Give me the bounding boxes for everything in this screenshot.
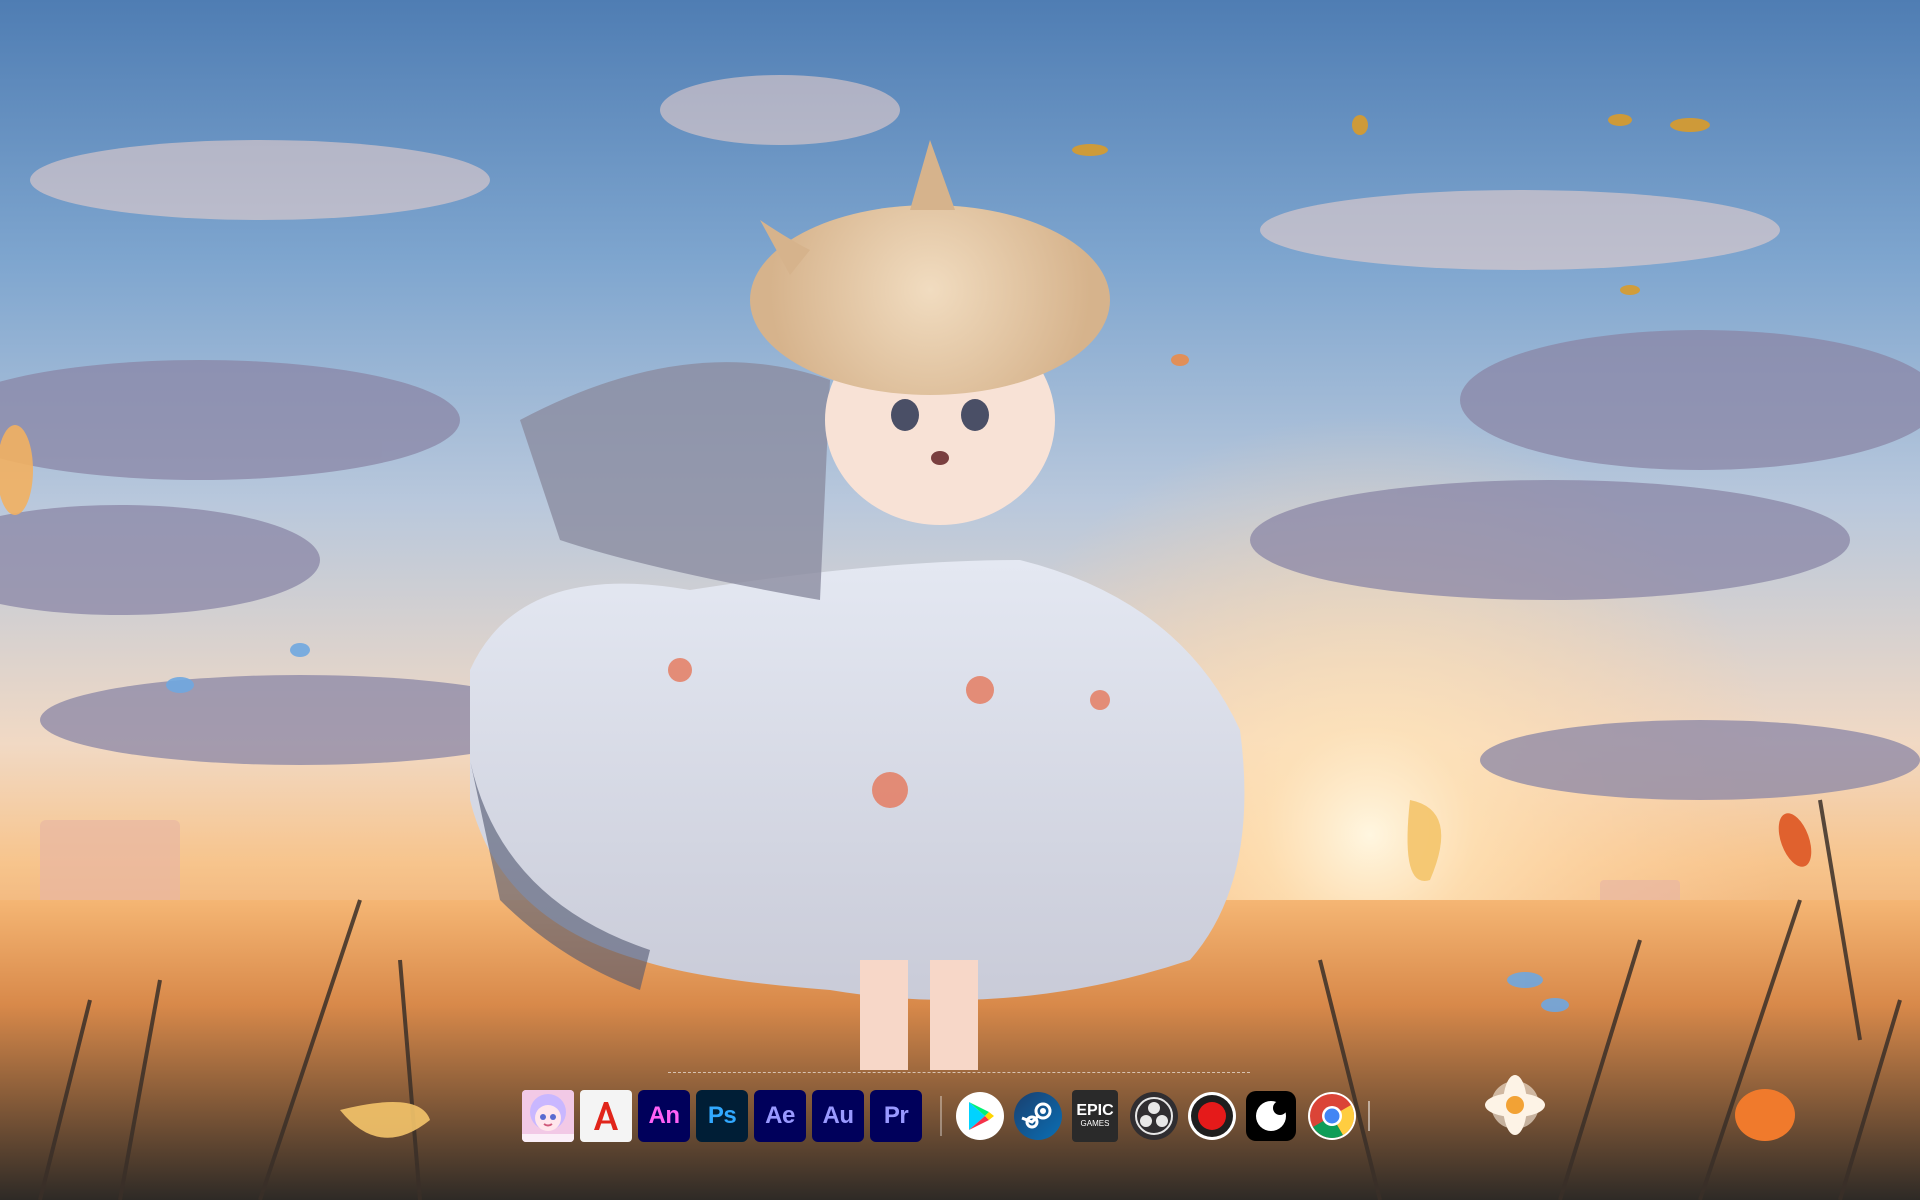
app-google-play[interactable] [956,1092,1004,1140]
wallpaper [0,0,1920,1200]
app-steam[interactable] [1014,1092,1062,1140]
premiere-label: Pr [883,1102,909,1129]
desktop: An Ps Ae Au Pr EPIC GAMES [0,0,1920,1200]
chrome-icon [1310,1094,1354,1138]
steam-icon [1021,1102,1052,1129]
app-audition[interactable]: Au [812,1090,864,1142]
record-icon [1191,1095,1233,1137]
app-aftereffects[interactable]: Ae [754,1090,806,1142]
app-photoshop[interactable]: Ps [696,1090,748,1142]
epic-label-line2: GAMES [1080,1119,1110,1128]
app-acrobat[interactable] [580,1090,632,1142]
dock-end-separator [1368,1101,1370,1131]
app-recorder[interactable] [1188,1092,1236,1140]
epic-label-line1: EPIC [1076,1102,1114,1119]
app-epic-games[interactable]: EPIC GAMES [1072,1090,1118,1142]
app-premiere[interactable]: Pr [870,1090,922,1142]
dock-divider-line [668,1072,1250,1073]
obs-icon [1135,1097,1173,1135]
audition-label: Au [822,1102,855,1129]
photoshop-label: Ps [707,1102,737,1129]
app-obs[interactable] [1130,1092,1178,1140]
acrobat-icon [594,1102,618,1130]
animate-label: An [648,1102,681,1129]
dock-separator [940,1096,942,1136]
anime-avatar-icon [522,1090,574,1142]
aftereffects-label: Ae [765,1102,795,1129]
app-capcut[interactable] [1246,1091,1296,1141]
app-chrome[interactable] [1308,1092,1356,1140]
google-play-icon [969,1102,994,1130]
app-avatar[interactable] [522,1090,574,1142]
dock: An Ps Ae Au Pr EPIC GAMES [522,1084,1370,1148]
app-icon [1256,1101,1287,1131]
app-animate[interactable]: An [638,1090,690,1142]
